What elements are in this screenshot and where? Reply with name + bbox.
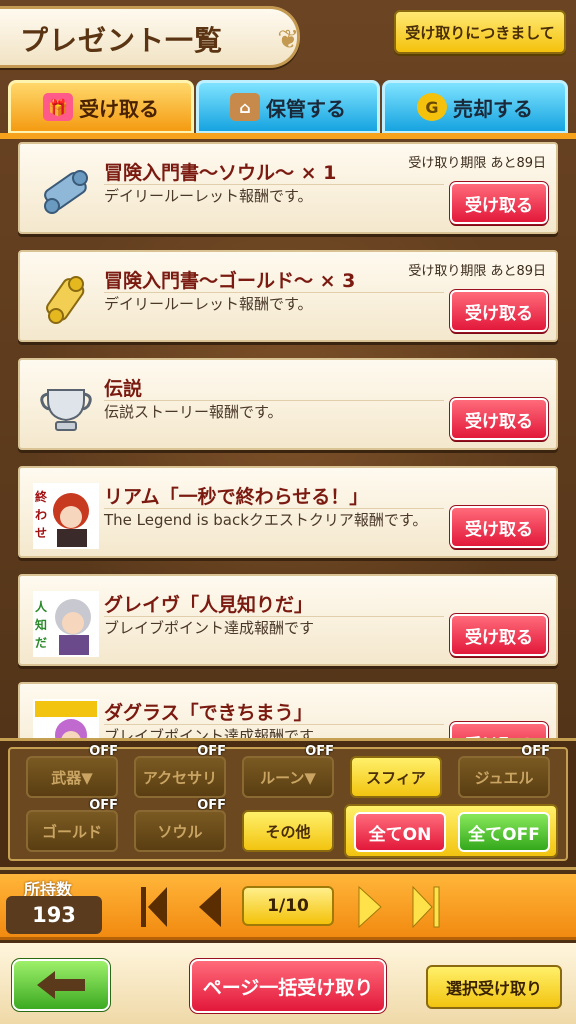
svg-text:わ: わ [35,508,47,522]
off-tag: OFF [89,798,118,813]
house-icon: ⌂ [230,93,260,121]
divider [104,184,444,185]
item-desc: The Legend is backクエストクリア報酬です。 [104,511,428,529]
notice-button[interactable]: 受け取りにつきまして [394,10,566,54]
prev-page-icon[interactable] [190,884,230,930]
off-tag: OFF [305,744,334,759]
liam-stamp-icon: 終わせ [30,480,102,552]
page-indicator: 1/10 [242,886,334,926]
bottom-bar: ページ一括受け取り 選択受け取り [0,943,576,1024]
grave-stamp-icon: 人知だ [30,588,102,660]
item-title: グレイヴ「人見知りだ」 [104,594,314,616]
filter-rune-label: ルーン▼ [260,768,316,787]
douglas-stamp-icon [30,696,102,740]
receive-button[interactable]: 受け取る [449,505,549,549]
receive-button[interactable]: 受け取る [449,181,549,225]
item-desc: ブレイブポイント達成報酬です [104,619,315,637]
filter-soul[interactable]: ソウル OFF [134,798,226,852]
tab-store-label: 保管する [266,96,346,121]
tab-sell[interactable]: G 売却する [382,80,568,134]
blue-scroll-icon [30,156,102,228]
item-title: 冒険入門書〜ゴールド〜 × 3 [104,270,356,292]
back-button[interactable] [11,958,111,1012]
toggle-all-group: 全てON 全てOFF [344,804,558,858]
divider [104,292,444,293]
item-title: ダグラス「できちまう」 [104,702,313,724]
svg-text:人: 人 [35,599,48,614]
filter-weapon-label: 武器▼ [51,768,93,787]
item-desc: デイリールーレット報酬です。 [104,295,313,313]
filter-gold[interactable]: ゴールド OFF [26,798,118,852]
filter-sphere[interactable]: スフィア [350,756,442,798]
list-item: 人知だ グレイヴ「人見知りだ」 ブレイブポイント達成報酬です 受け取る [18,574,558,666]
off-tag: OFF [197,744,226,759]
list-item: 冒険入門書〜ソウル〜 × 1 受け取り期限 あと89日 デイリールーレット報酬で… [18,142,558,234]
svg-text:せ: せ [35,526,47,540]
coin-icon: G [417,93,447,121]
filter-other[interactable]: その他 [242,810,334,852]
last-page-icon[interactable] [406,884,446,930]
present-list-screen: プレゼント一覧 ❦ 受け取りにつきまして 🎁 受け取る ⌂ 保管する G 売却す… [0,0,576,1024]
list-item: 伝説 伝説ストーリー報酬です。 受け取る [18,358,558,450]
gold-scroll-icon [30,264,102,336]
list-item: 終わせ リアム「一秒で終わらせる！」 The Legend is backクエス… [18,466,558,558]
all-on-button[interactable]: 全てON [354,812,446,852]
off-tag: OFF [521,744,550,759]
receive-button[interactable]: 受け取る [449,289,549,333]
filter-gold-label: ゴールド [41,822,102,841]
item-desc: デイリールーレット報酬です。 [104,187,313,205]
svg-text:終: 終 [35,489,48,504]
owned-count: 193 [6,896,102,934]
page-title: プレゼント一覧 [20,24,224,57]
item-title: 伝説 [104,378,143,400]
filter-soul-label: ソウル [157,822,203,841]
item-title: 冒険入門書〜ソウル〜 × 1 [104,162,337,184]
filter-weapon[interactable]: 武器▼ OFF [26,744,118,798]
tab-receive[interactable]: 🎁 受け取る [8,80,194,134]
tab-store[interactable]: ⌂ 保管する [196,80,380,134]
divider [104,508,444,509]
all-off-button[interactable]: 全てOFF [458,812,550,852]
gift-icon: 🎁 [43,93,73,121]
tab-strip [0,133,576,139]
silver-cup-icon [30,372,102,444]
filter-accessory[interactable]: アクセサリ OFF [134,744,226,798]
svg-text:知: 知 [34,617,47,632]
select-receive-button[interactable]: 選択受け取り [426,965,562,1009]
item-title: リアム「一秒で終わらせる！」 [104,486,369,508]
tab-receive-label: 受け取る [79,96,159,121]
item-desc: 伝説ストーリー報酬です。 [104,403,283,421]
filter-accessory-label: アクセサリ [142,768,218,787]
next-page-icon[interactable] [350,884,390,930]
item-deadline: 受け取り期限 あと89日 [408,156,546,171]
svg-text:だ: だ [35,636,47,650]
receive-button[interactable]: 受け取る [449,613,549,657]
divider [104,724,444,725]
back-arrow-icon [37,971,85,999]
filter-jewel-label: ジュエル [474,768,534,787]
filter-rune[interactable]: ルーン▼ OFF [242,744,334,798]
divider [104,400,444,401]
bulk-receive-button[interactable]: ページ一括受け取り [189,958,387,1014]
item-deadline: 受け取り期限 あと89日 [408,264,546,279]
ornament-icon: ❦ [277,25,299,55]
present-list[interactable]: 冒険入門書〜ソウル〜 × 1 受け取り期限 あと89日 デイリールーレット報酬で… [0,140,576,740]
receive-button[interactable]: 受け取る [449,397,549,441]
title-plate: プレゼント一覧 ❦ [0,6,300,68]
off-tag: OFF [197,798,226,813]
list-item: ダグラス「できちまう」 ブレイブポイント達成報酬です 受け取る [18,682,558,740]
pagination-bar: 所持数 193 1/10 [0,874,576,940]
off-tag: OFF [89,744,118,759]
filter-jewel[interactable]: ジュエル OFF [458,744,550,798]
first-page-icon[interactable] [134,884,174,930]
divider [104,616,444,617]
tab-sell-label: 売却する [453,96,533,121]
list-item: 冒険入門書〜ゴールド〜 × 3 受け取り期限 あと89日 デイリールーレット報酬… [18,250,558,342]
